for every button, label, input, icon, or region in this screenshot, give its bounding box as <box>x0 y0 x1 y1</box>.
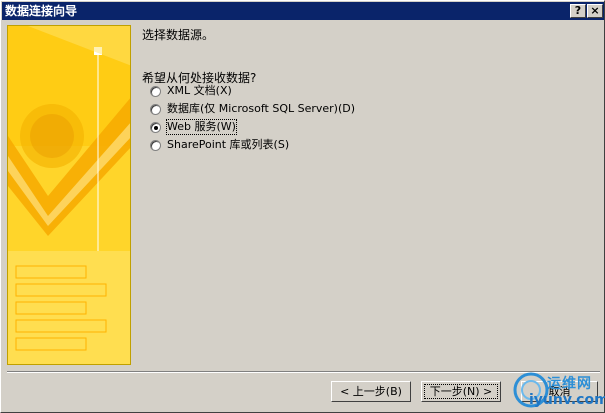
cancel-button[interactable]: 取消 <box>521 381 598 402</box>
option-database-label[interactable]: 数据库(仅 Microsoft SQL Server)(D) <box>167 102 355 116</box>
page-prompt: 选择数据源。 <box>142 28 215 42</box>
side-art-graphic <box>8 26 130 364</box>
radio-database[interactable] <box>150 104 161 115</box>
option-xml[interactable]: XML 文档(X) <box>150 84 470 100</box>
option-web-service[interactable]: Web 服务(W) <box>150 119 470 136</box>
footer-divider <box>7 371 600 373</box>
radio-sharepoint[interactable] <box>150 140 161 151</box>
option-xml-label[interactable]: XML 文档(X) <box>167 84 232 98</box>
next-button[interactable]: 下一步(N) > <box>421 381 501 402</box>
window-title: 数据连接向导 <box>5 4 78 18</box>
radio-web-service[interactable] <box>150 122 161 133</box>
back-button[interactable]: < 上一步(B) <box>331 381 411 402</box>
help-button[interactable]: ? <box>570 4 586 18</box>
wizard-window: 数据连接向导 ? × 选择数据源。 希望从何处接收数据? XML 文档(X) 数… <box>0 0 605 413</box>
wizard-side-art <box>7 25 131 365</box>
radio-xml[interactable] <box>150 86 161 97</box>
next-button-label[interactable]: 下一步(N) > <box>422 382 500 401</box>
close-button[interactable]: × <box>587 4 603 18</box>
option-database[interactable]: 数据库(仅 Microsoft SQL Server)(D) <box>150 102 470 118</box>
title-bar: 数据连接向导 ? × <box>2 2 604 20</box>
option-web-service-label[interactable]: Web 服务(W) <box>166 119 237 135</box>
option-sharepoint-label[interactable]: SharePoint 库或列表(S) <box>167 138 289 152</box>
option-sharepoint[interactable]: SharePoint 库或列表(S) <box>150 138 470 154</box>
